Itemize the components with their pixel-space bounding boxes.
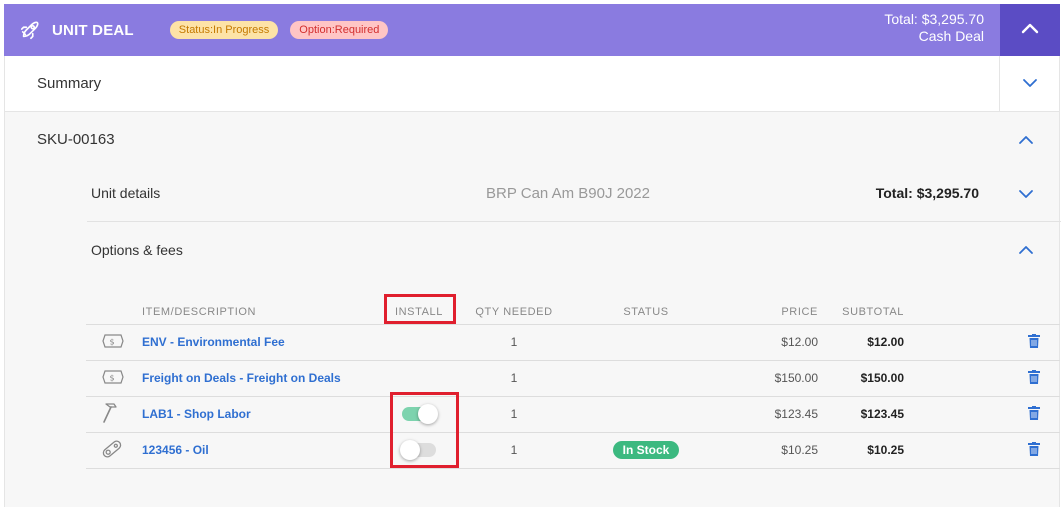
rocket-icon: [18, 18, 42, 42]
item-link[interactable]: LAB1 - Shop Labor: [142, 396, 374, 433]
table-row: $ Freight on Deals - Freight on Deals 1 …: [86, 360, 1060, 397]
subtotal-value: $10.25: [818, 432, 910, 469]
fee-tag-icon: $: [102, 333, 124, 348]
col-subtotal: SUBTOTAL: [818, 300, 910, 325]
unit-total-value: $3,295.70: [916, 185, 979, 201]
collapse-deal-button[interactable]: [1000, 4, 1060, 56]
summary-section[interactable]: Summary: [4, 56, 1060, 112]
option-badge: Option:Required: [290, 21, 389, 39]
table-row: $ ENV - Environmental Fee 1 $12.00 $12.0…: [86, 324, 1060, 361]
svg-text:$: $: [109, 337, 114, 346]
unit-details-label: Unit details: [91, 185, 161, 201]
part-icon: [102, 439, 122, 458]
chevron-down-icon: [1022, 75, 1038, 93]
expand-unit-details-button[interactable]: [1016, 184, 1036, 204]
col-qty-needed: QTY NEEDED: [464, 300, 564, 325]
svg-text:$: $: [109, 373, 114, 382]
table-row: 123456 - Oil 1 In Stock $10.25 $10.25: [86, 432, 1060, 469]
col-item-description: ITEM/DESCRIPTION: [142, 300, 374, 325]
unit-total-label: Total:: [875, 185, 913, 201]
table-row: LAB1 - Shop Labor 1 $123.45 $123.45: [86, 396, 1060, 433]
col-install: INSTALL: [374, 300, 464, 325]
collapse-sku-button[interactable]: [1016, 130, 1036, 150]
table-header-row: ITEM/DESCRIPTION INSTALL QTY NEEDED STAT…: [86, 300, 1060, 325]
page-title: UNIT DEAL: [52, 21, 134, 39]
subtotal-value: $150.00: [818, 360, 910, 397]
trash-icon[interactable]: [1028, 441, 1040, 456]
col-price: PRICE: [728, 300, 818, 325]
deal-totals: Total: $3,295.70 Cash Deal: [884, 11, 984, 45]
hammer-icon: [103, 402, 117, 423]
unit-deal-header: UNIT DEAL Status:In Progress Option:Requ…: [4, 4, 1060, 56]
qty-value: 1: [464, 360, 564, 397]
chevron-up-icon: [1021, 21, 1039, 39]
options-table: ITEM/DESCRIPTION INSTALL QTY NEEDED STAT…: [86, 300, 1060, 469]
trash-icon[interactable]: [1028, 333, 1040, 348]
trash-icon[interactable]: [1028, 369, 1040, 384]
expand-summary-button[interactable]: [999, 56, 1059, 111]
deal-total: Total: $3,295.70: [884, 11, 984, 27]
subtotal-value: $123.45: [818, 396, 910, 433]
item-link[interactable]: Freight on Deals - Freight on Deals: [142, 360, 374, 397]
status-badge: Status:In Progress: [169, 21, 279, 39]
sku-label: SKU-00163: [37, 131, 115, 148]
unit-details-row[interactable]: Unit details BRP Can Am B90J 2022 Total:…: [87, 166, 1061, 222]
price-value: $10.25: [728, 432, 818, 469]
item-link[interactable]: ENV - Environmental Fee: [142, 324, 374, 361]
qty-value: 1: [464, 324, 564, 361]
chevron-up-icon: [1019, 136, 1033, 144]
options-fees-label: Options & fees: [91, 242, 183, 258]
collapse-options-button[interactable]: [1016, 240, 1036, 260]
deal-type: Cash Deal: [918, 28, 984, 44]
unit-model: BRP Can Am B90J 2022: [486, 185, 650, 202]
in-stock-badge: In Stock: [612, 441, 680, 459]
qty-value: 1: [464, 396, 564, 433]
summary-label: Summary: [37, 75, 102, 92]
unit-total: Total: $3,295.70: [876, 185, 979, 201]
chevron-down-icon: [1019, 190, 1033, 198]
install-toggle[interactable]: [402, 404, 438, 425]
item-link[interactable]: 123456 - Oil: [142, 432, 374, 469]
price-value: $123.45: [728, 396, 818, 433]
install-toggle[interactable]: [400, 440, 436, 461]
price-value: $150.00: [728, 360, 818, 397]
subtotal-value: $12.00: [818, 324, 910, 361]
col-status: STATUS: [564, 300, 728, 325]
price-value: $12.00: [728, 324, 818, 361]
trash-icon[interactable]: [1028, 405, 1040, 420]
qty-value: 1: [464, 432, 564, 469]
chevron-up-icon: [1019, 246, 1033, 254]
fee-tag-icon: $: [102, 369, 124, 384]
